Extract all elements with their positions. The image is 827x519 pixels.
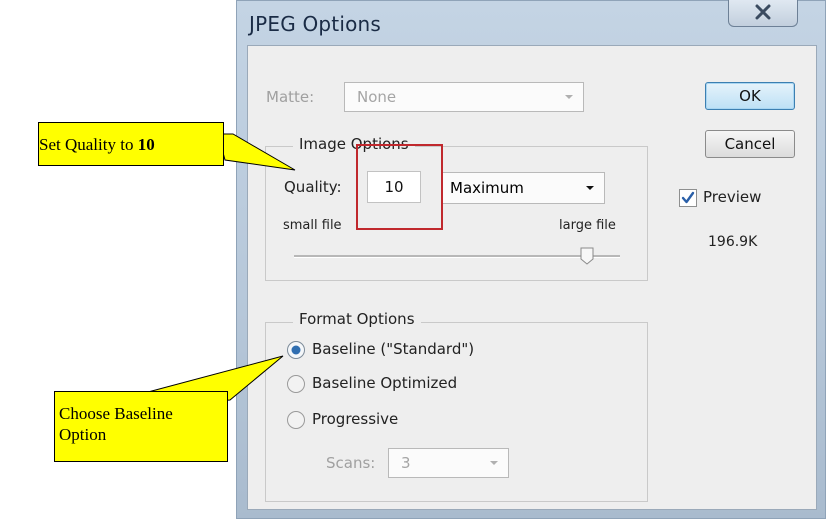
quality-callout-text: Set Quality to bbox=[39, 135, 138, 154]
baseline-callout-line2: Option bbox=[59, 425, 107, 444]
quality-callout: Set Quality to 10 bbox=[38, 122, 224, 166]
baseline-callout: Choose Baseline Option bbox=[54, 391, 228, 462]
quality-callout-value: 10 bbox=[137, 135, 155, 154]
baseline-callout-line1: Choose Baseline bbox=[59, 404, 173, 423]
